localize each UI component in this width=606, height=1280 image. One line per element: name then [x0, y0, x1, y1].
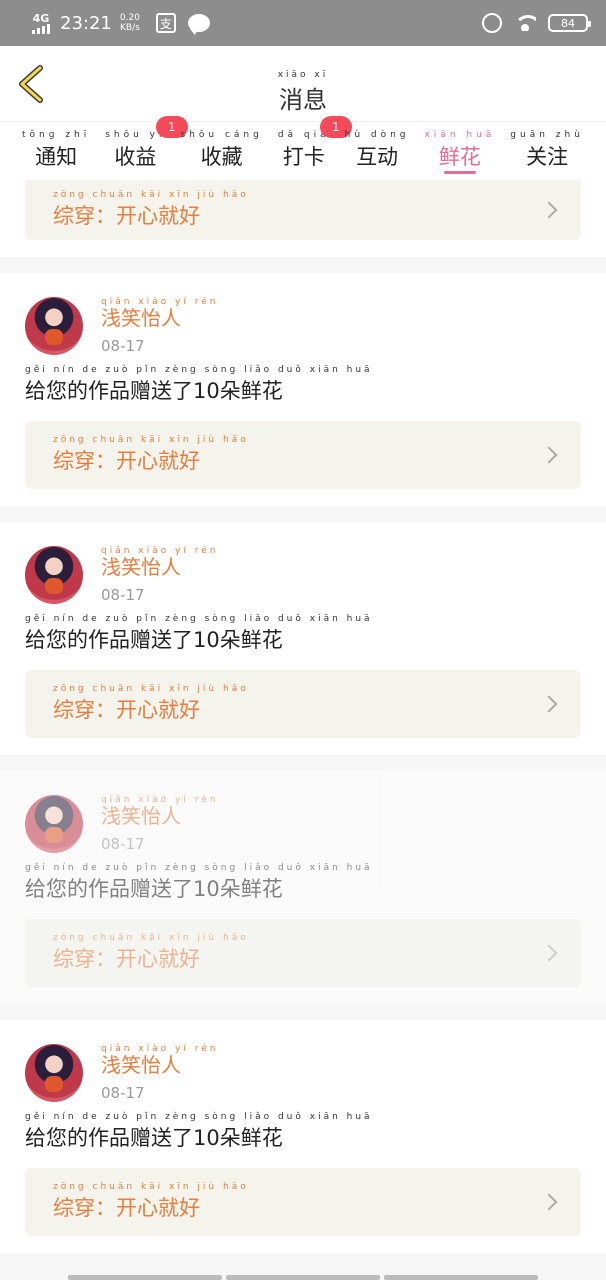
avatar[interactable] [25, 1044, 83, 1102]
message-text: gěi nín de zuò pǐn zèng sòng liǎo duǒ xi… [25, 863, 373, 901]
chevron-right-icon [540, 944, 558, 962]
alipay-notification-icon: 支 [155, 13, 176, 33]
user-name[interactable]: qiǎn xiào yí rén 浅笑怡人 [101, 1044, 218, 1076]
message-date: 08-17 [101, 835, 145, 853]
list-item: zōng chuān kāi xīn jiù hǎo 综穿：开心就好 [0, 180, 606, 257]
alarm-icon [482, 13, 502, 33]
tab-following[interactable]: guān zhù 关注 [510, 122, 584, 180]
tab-flowers[interactable]: xiān huā 鲜花 [424, 122, 495, 180]
avatar[interactable] [25, 297, 83, 355]
message-text: gěi nín de zuò pǐn zèng sòng liǎo duǒ xi… [25, 614, 373, 652]
work-link[interactable]: zōng chuān kāi xīn jiù hǎo 综穿：开心就好 [25, 919, 581, 987]
tab-bar: tōng zhī 通知 shōu yì 收益 1 shōu cáng 收藏 dǎ… [0, 116, 606, 180]
list-item: qiǎn xiào yí rén 浅笑怡人 08-17 gěi nín de z… [0, 1020, 606, 1253]
work-link[interactable]: zōng chuān kāi xīn jiù hǎo 综穿：开心就好 [25, 180, 581, 240]
work-link[interactable]: zōng chuān kāi xīn jiù hǎo 综穿：开心就好 [25, 421, 581, 489]
work-link[interactable]: zōng chuān kāi xīn jiù hǎo 综穿：开心就好 [25, 670, 581, 738]
chevron-right-icon [540, 1193, 558, 1211]
chevron-right-icon [540, 695, 558, 713]
header: xiāo xī 消息 [0, 46, 606, 122]
list-item: qiǎn xiào yí rén 浅笑怡人 08-17 gěi nín de z… [0, 522, 606, 755]
network-type: 4G [32, 11, 50, 25]
list-item: qiǎn xiào yí rén 浅笑怡人 08-17 gěi nín de z… [0, 273, 606, 506]
message-list: zōng chuān kāi xīn jiù hǎo 综穿：开心就好 qiǎn … [0, 180, 606, 1269]
tab-earnings[interactable]: shōu yì 收益 1 [105, 116, 188, 180]
wifi-icon [514, 15, 536, 31]
chat-notification-icon [187, 14, 210, 35]
user-name[interactable]: qiǎn xiào yí rén 浅笑怡人 [101, 297, 218, 329]
chevron-right-icon [540, 201, 558, 219]
work-link[interactable]: zōng chuān kāi xīn jiù hǎo 综穿：开心就好 [25, 1168, 581, 1236]
battery-icon: 84 [548, 14, 591, 32]
message-text: gěi nín de zuò pǐn zèng sòng liǎo duǒ xi… [25, 1112, 373, 1150]
user-name[interactable]: qiǎn xiào yí rén 浅笑怡人 [101, 546, 218, 578]
cellular-signal-icon: 4G [32, 13, 50, 34]
tab-favorites[interactable]: shōu cáng 收藏 [180, 122, 262, 180]
list-item: qiǎn xiào yí rén 浅笑怡人 08-17 gěi nín de z… [0, 771, 606, 1004]
user-name[interactable]: qiǎn xiào yí rén 浅笑怡人 [101, 795, 218, 827]
active-tab-indicator [443, 171, 476, 174]
page-title: xiāo xī 消息 [277, 70, 329, 114]
message-text: gěi nín de zuò pǐn zèng sòng liǎo duǒ xi… [25, 365, 373, 403]
status-bar: 4G 23:21 0.20 KB/s 支 84 [0, 0, 606, 46]
clock: 23:21 [60, 12, 112, 34]
chevron-right-icon [540, 446, 558, 464]
message-date: 08-17 [101, 337, 145, 355]
message-date: 08-17 [101, 1084, 145, 1102]
tab-notifications[interactable]: tōng zhī 通知 [22, 122, 90, 180]
tab-checkin[interactable]: dǎ qiǎ 打卡 1 [278, 116, 352, 180]
message-date: 08-17 [101, 586, 145, 604]
navigation-gesture-bar[interactable] [68, 1275, 538, 1280]
avatar[interactable] [25, 795, 83, 853]
network-speed: 0.20 KB/s [119, 13, 140, 33]
tab-interactions[interactable]: hù dòng 互动 [345, 122, 410, 180]
avatar[interactable] [25, 546, 83, 604]
